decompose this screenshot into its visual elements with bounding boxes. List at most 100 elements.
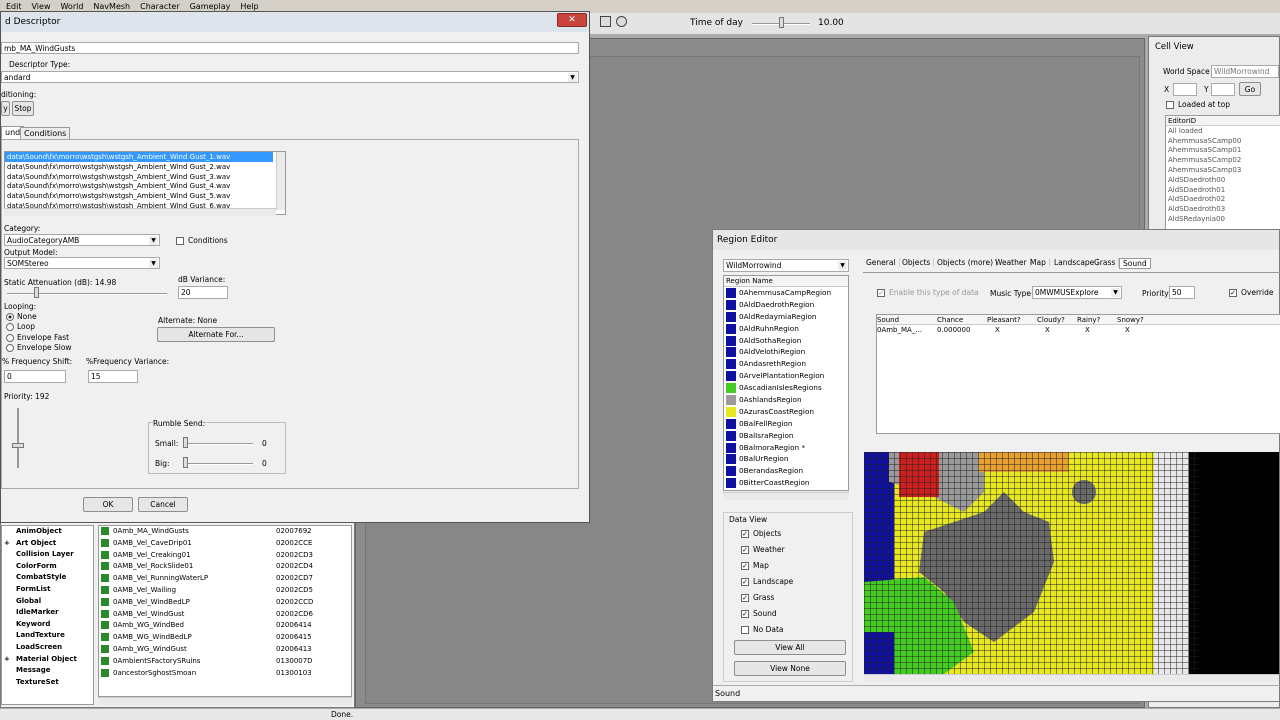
region-list-item[interactable]: 0AldSothaRegion — [724, 335, 848, 347]
conditions-checkbox[interactable]: Conditions — [176, 236, 228, 245]
menu-item[interactable]: Help — [240, 2, 258, 11]
sound-file-item[interactable]: data\Sound\fx\morro\wstgsh\wstgsh_Ambien… — [5, 191, 273, 201]
data-view-no-data-checkbox[interactable]: No Data — [741, 625, 851, 641]
loop-option-loop[interactable]: Loop — [6, 322, 86, 332]
column-header[interactable]: Rainy? — [1077, 315, 1100, 325]
menu-item[interactable]: Edit — [6, 2, 22, 11]
editor-id-field[interactable]: mb_MA_WindGusts — [1, 42, 579, 54]
cell-list-item[interactable]: AhemmusaSCamp01 — [1166, 145, 1280, 155]
column-header[interactable]: Chance — [937, 315, 963, 325]
close-button[interactable]: ✕ — [557, 13, 587, 27]
region-list-item[interactable]: 0BalFellRegion — [724, 418, 848, 430]
object-list-hscroll[interactable] — [98, 697, 352, 705]
column-header[interactable]: Snowy? — [1117, 315, 1144, 325]
data-view-landscape-checkbox[interactable]: ✓ Landscape — [741, 577, 851, 593]
output-model-dropdown[interactable]: SOMStereo ▼ — [4, 257, 160, 269]
checkbox-box[interactable]: ✓ — [741, 546, 749, 554]
region-list-hscroll[interactable] — [723, 492, 849, 500]
cell-list-item[interactable]: AhemmusaSCamp03 — [1166, 165, 1280, 175]
tree-expander[interactable]: + — [4, 538, 16, 548]
view-none-button[interactable]: View None — [734, 661, 846, 676]
radio-button[interactable] — [6, 313, 14, 321]
list-item[interactable]: 0Amb_WG_WindBed 02006414 — [99, 620, 351, 632]
tree-item[interactable]: IdleMarker — [2, 607, 93, 619]
menu-item[interactable]: View — [32, 2, 51, 11]
tree-item[interactable]: + Art Object — [2, 538, 93, 550]
cell-list-item[interactable]: AldSDaedroth00 — [1166, 175, 1280, 185]
list-item[interactable]: 0Amb_MA_WindGusts 02007692 — [99, 526, 351, 538]
stop-button[interactable]: Stop — [12, 101, 34, 116]
time-of-day-thumb[interactable] — [779, 17, 784, 28]
world-space-select[interactable]: WildMorrowind — [1211, 65, 1279, 78]
list-item[interactable]: 0AMB_Vel_WindGust 02002CD6 — [99, 609, 351, 621]
loop-option-envelope-fast[interactable]: Envelope Fast — [6, 333, 86, 343]
cell-list-item[interactable]: AldSDaedroth01 — [1166, 185, 1280, 195]
tab-grass[interactable]: Grass — [1091, 258, 1120, 267]
priority-input[interactable]: 50 — [1169, 286, 1195, 299]
sound-table[interactable]: Sound Chance Pleasant? Cloudy? Rainy? Snowy? 0… — [876, 314, 1280, 434]
cell-list-item[interactable]: AldSDaedroth02 — [1166, 194, 1280, 204]
sound-file-item[interactable]: data\Sound\fx\morro\wstgsh\wstgsh_Ambien… — [5, 152, 273, 162]
region-list-item[interactable]: 0AscadianIslesRegions — [724, 382, 848, 394]
descriptor-type-dropdown[interactable]: andard ▼ — [1, 71, 579, 83]
tab-weather[interactable]: Weather — [992, 258, 1031, 267]
tree-item[interactable]: Collision Layer — [2, 549, 93, 561]
priority-thumb[interactable] — [12, 443, 24, 448]
small-slider[interactable] — [183, 443, 253, 445]
region-list-item[interactable]: 0BerandasRegion — [724, 465, 848, 477]
file-list-hscroll[interactable] — [4, 208, 276, 216]
region-list-item[interactable]: 0AhemmusaCampRegion — [724, 287, 848, 299]
cancel-button[interactable]: Cancel — [138, 497, 188, 512]
list-item[interactable]: 0AMB_Vel_RunningWaterLP 02002CD7 — [99, 573, 351, 585]
small-thumb[interactable] — [183, 437, 188, 448]
data-view-weather-checkbox[interactable]: ✓ Weather — [741, 545, 851, 561]
save-icon[interactable] — [600, 16, 611, 27]
cell-list-item[interactable]: AldSDaedroth03 — [1166, 204, 1280, 214]
priority-slider[interactable] — [17, 408, 19, 468]
worldspace-dropdown[interactable]: WildMorrowind ▼ — [723, 259, 849, 272]
radio-button[interactable] — [6, 323, 14, 332]
region-name-header[interactable]: Region Name — [724, 276, 848, 287]
menu-item[interactable]: World — [60, 2, 83, 11]
list-item[interactable]: 0AmbientSFactorySRuins 0130007D — [99, 656, 351, 668]
menu-item[interactable]: NavMesh — [93, 2, 130, 11]
category-dropdown[interactable]: AudioCategoryAMB ▼ — [4, 234, 160, 246]
radio-button[interactable] — [6, 344, 14, 353]
file-list-vscroll[interactable] — [276, 152, 285, 210]
column-header[interactable]: Sound — [877, 315, 899, 325]
data-view-map-checkbox[interactable]: ✓ Map — [741, 561, 851, 577]
tree-item[interactable]: ColorForm — [2, 561, 93, 573]
list-item[interactable]: 0AMB_Vel_WindBedLP 02002CCD — [99, 597, 351, 609]
tab-objects-more-[interactable]: Objects (more) — [934, 258, 997, 267]
region-list-item[interactable]: 0BitterCoastRegion — [724, 477, 848, 489]
globe-icon[interactable] — [616, 16, 627, 27]
override-checkbox[interactable]: ✓ Override — [1229, 288, 1273, 297]
tree-item[interactable]: Global — [2, 596, 93, 608]
play-button[interactable]: y — [1, 101, 10, 116]
checkbox-box[interactable]: ✓ — [741, 530, 749, 538]
menu-item[interactable]: Character — [140, 2, 180, 11]
region-list-item[interactable]: 0AndasrethRegion — [724, 358, 848, 370]
view-all-button[interactable]: View All — [734, 640, 846, 655]
region-map-svg[interactable] — [864, 452, 1279, 674]
x-input[interactable] — [1173, 83, 1197, 96]
tab-general[interactable]: General — [863, 258, 900, 267]
column-header[interactable]: Cloudy? — [1037, 315, 1065, 325]
column-header[interactable]: Pleasant? — [987, 315, 1021, 325]
cell-list-item[interactable]: All loaded — [1166, 126, 1280, 136]
tree-expander[interactable]: + — [4, 654, 16, 664]
tree-item[interactable]: Message — [2, 665, 93, 677]
big-thumb[interactable] — [183, 457, 188, 468]
tree-item[interactable]: AnimObject — [2, 526, 93, 538]
sound-file-item[interactable]: data\Sound\fx\morro\wstgsh\wstgsh_Ambien… — [5, 172, 273, 182]
tab-map[interactable]: Map — [1027, 258, 1050, 267]
music-type-dropdown[interactable]: 0MWMUSExplore ▼ — [1032, 286, 1122, 299]
region-list-item[interactable]: 0AldRuhnRegion — [724, 323, 848, 335]
list-item[interactable]: 0AMB_Vel_Creaking01 02002CD3 — [99, 550, 351, 562]
cell-list-item[interactable]: AldSRedaynia00 — [1166, 214, 1280, 224]
region-list-item[interactable]: 0AldVelothiRegion — [724, 346, 848, 358]
big-slider[interactable] — [183, 463, 253, 465]
loaded-at-top-checkbox[interactable]: Loaded at top — [1166, 100, 1230, 109]
tree-item[interactable]: FormList — [2, 584, 93, 596]
object-list[interactable]: 0Amb_MA_WindGusts 02007692 0AMB_Vel_CaveDr… — [98, 525, 352, 697]
